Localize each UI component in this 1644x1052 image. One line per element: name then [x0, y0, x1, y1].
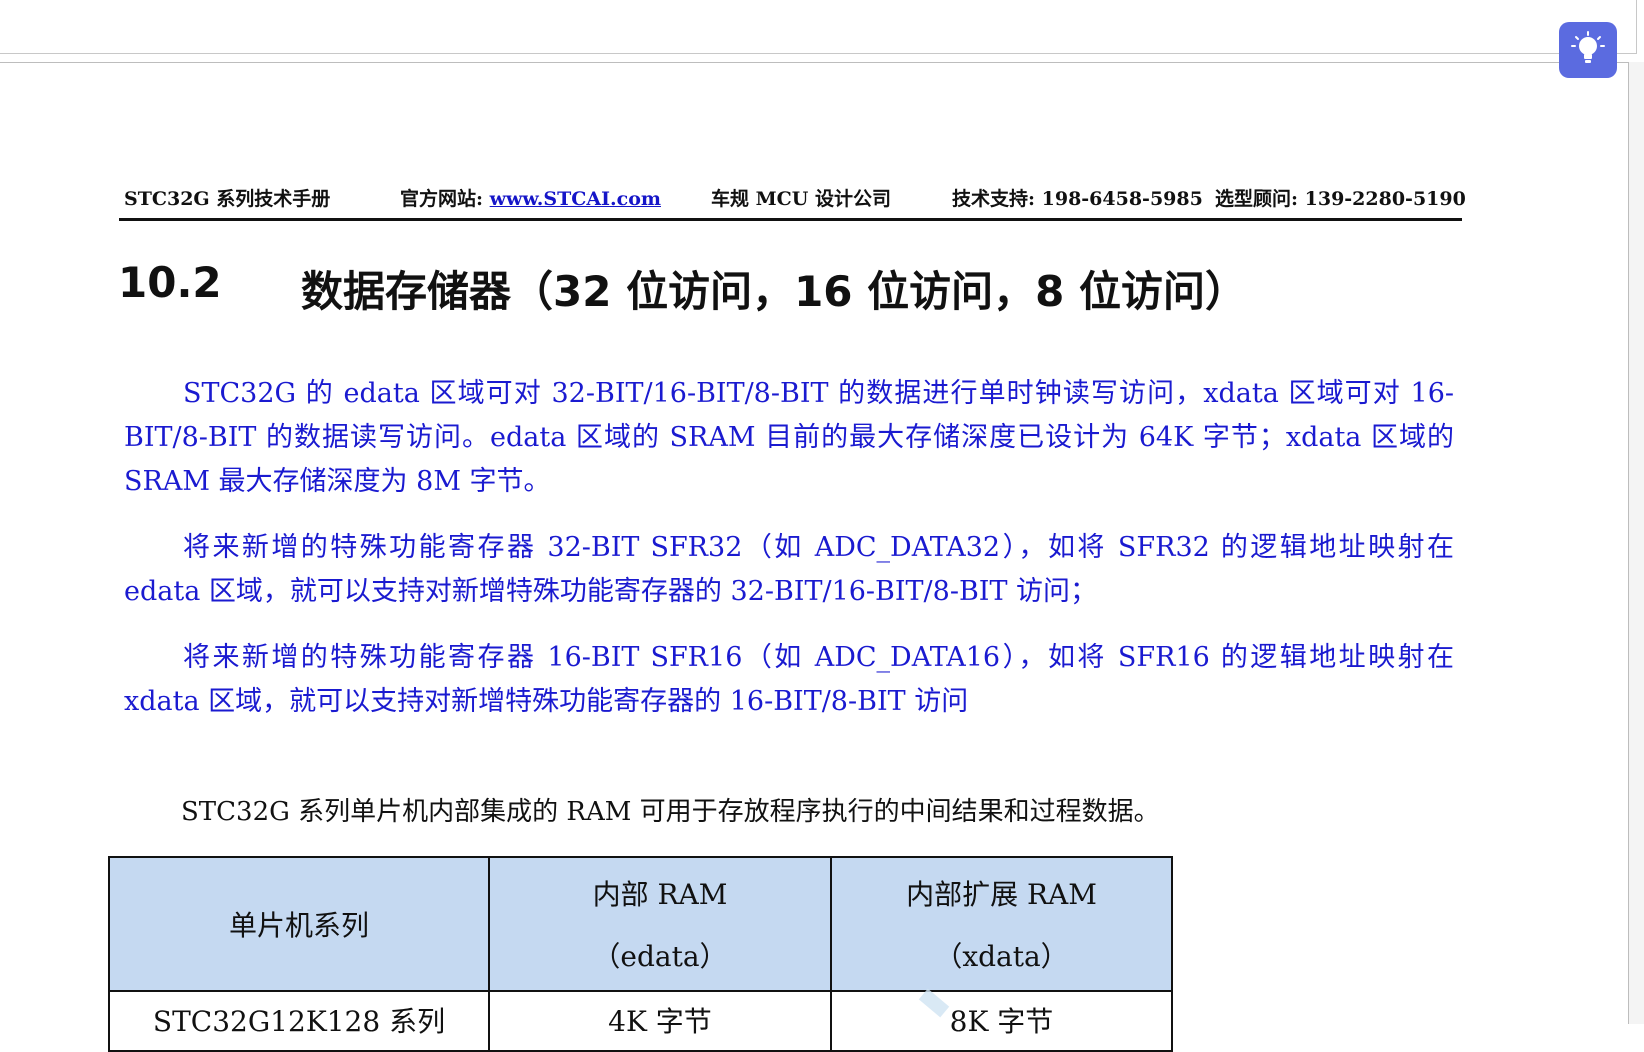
company-tagline: 车规 MCU 设计公司 — [711, 188, 891, 210]
header-mcu-series: 单片机系列 — [108, 856, 490, 992]
support-phone: 技术支持: 198-6458-5985 — [952, 188, 1203, 210]
header-mcu-series-label: 单片机系列 — [228, 909, 369, 942]
paragraph-sfr32: 将来新增的特殊功能寄存器 32-BIT SFR32（如 ADC_DATA32），… — [124, 532, 1454, 607]
website-label: 官方网站: — [400, 188, 490, 210]
website: 官方网站: www.STCAI.com — [400, 184, 661, 211]
header-extended-ram-label: 内部扩展 RAM — [906, 878, 1097, 911]
manual-title: STC32G 系列技术手册 — [124, 188, 331, 210]
table-header-row: 单片机系列 内部 RAM （edata） 内部扩展 RAM （xdata） — [108, 856, 1173, 992]
paragraph-edata-xdata: STC32G 的 edata 区域可对 32-BIT/16-BIT/8-BIT … — [124, 378, 1454, 497]
viewer-top-strip — [0, 0, 1637, 54]
header-internal-ram: 内部 RAM （edata） — [488, 856, 832, 992]
header-internal-ram-label: 内部 RAM — [592, 878, 728, 911]
header-internal-ram-sub: （edata） — [592, 940, 728, 973]
paragraph-sfr16: 将来新增的特殊功能寄存器 16-BIT SFR16（如 ADC_DATA16），… — [124, 642, 1454, 717]
section-title: 数据存储器（32 位访问，16 位访问，8 位访问） — [301, 267, 1247, 316]
viewer-gutter — [1629, 62, 1644, 1024]
advisor-phone: 选型顾问: 139-2280-5190 — [1215, 188, 1466, 210]
header-extended-ram: 内部扩展 RAM （xdata） — [830, 856, 1173, 992]
cell-series: STC32G12K128 系列 — [108, 990, 490, 1052]
page-top-edge — [0, 62, 1628, 63]
page-header: STC32G 系列技术手册 官方网站: www.STCAI.com 车规 MCU… — [119, 184, 1466, 221]
website-link[interactable]: www.STCAI.com — [490, 188, 661, 210]
header-extended-ram-sub: （xdata） — [934, 940, 1069, 973]
ram-intro: STC32G 系列单片机内部集成的 RAM 可用于存放程序执行的中间结果和过程数… — [181, 797, 1160, 827]
cell-internal-ram: 4K 字节 — [488, 990, 832, 1052]
cell-extended-ram: 8K 字节 — [830, 990, 1173, 1052]
section-number: 10.2 — [118, 258, 222, 307]
ram-table: 单片机系列 内部 RAM （edata） 内部扩展 RAM （xdata） ST… — [108, 856, 1173, 1052]
hint-button[interactable] — [1559, 22, 1617, 78]
table-row: STC32G12K128 系列 4K 字节 8K 字节 — [108, 990, 1173, 1052]
lightbulb-icon — [1571, 31, 1605, 63]
